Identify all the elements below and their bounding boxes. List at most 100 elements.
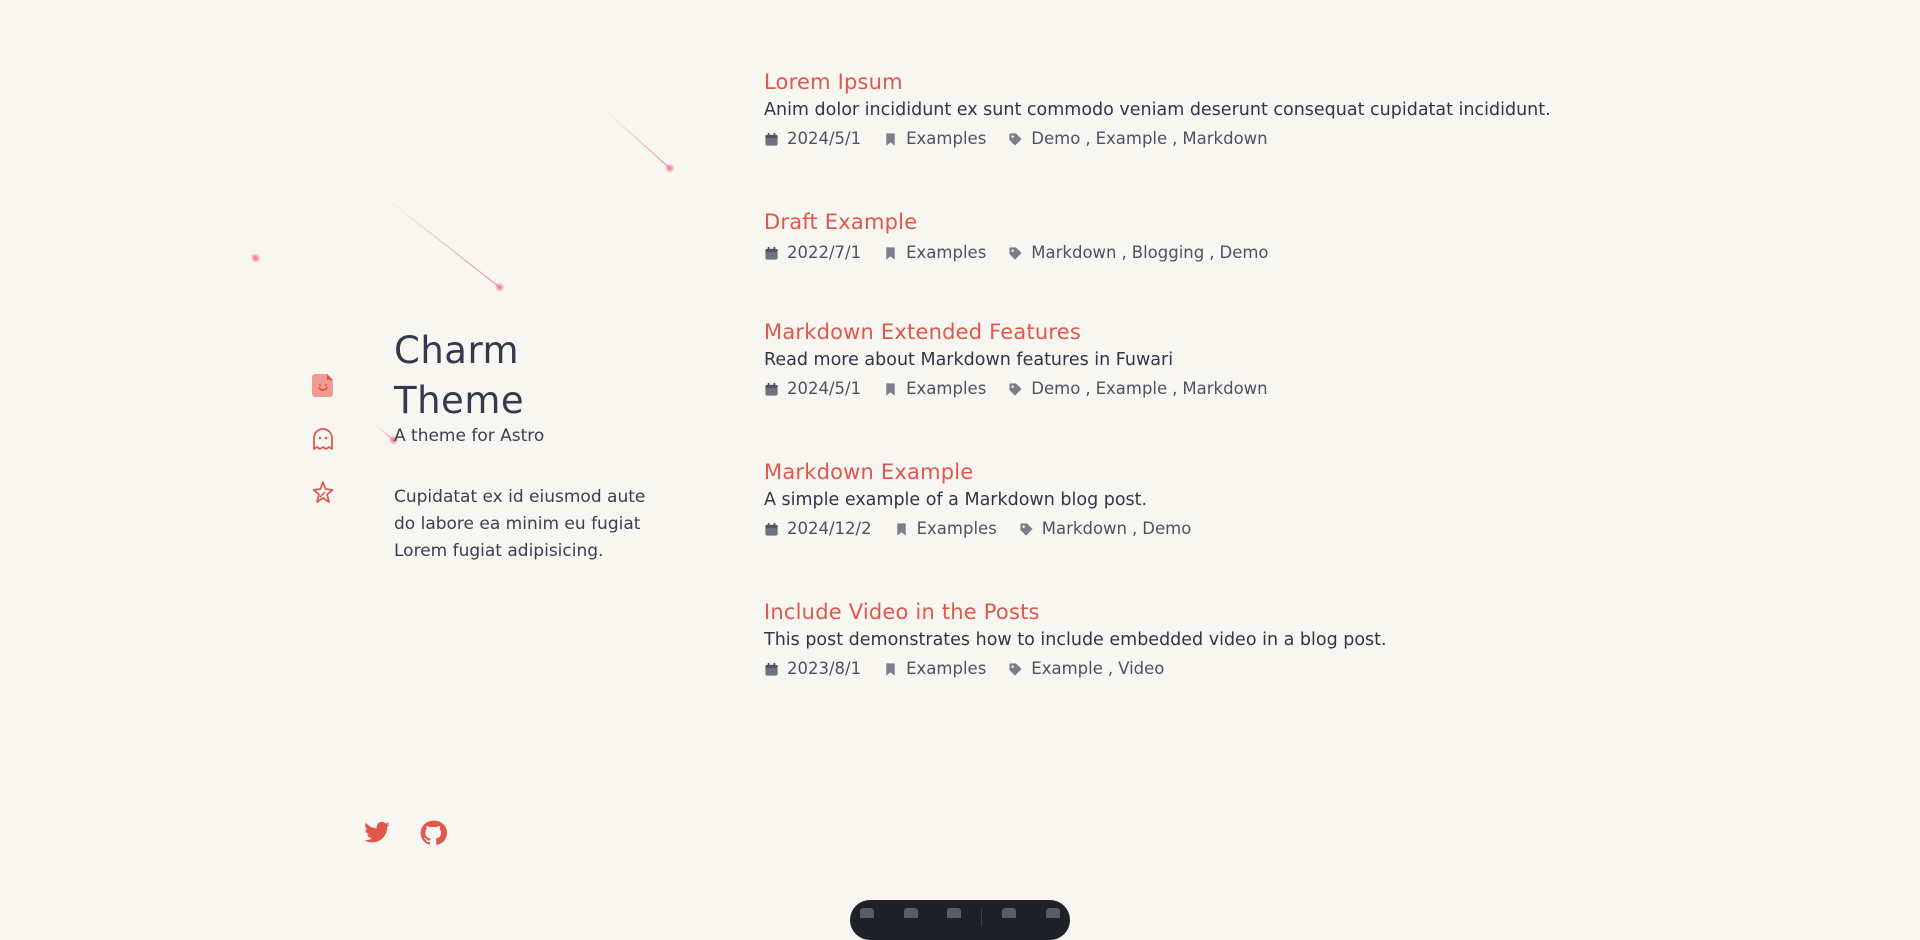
nav-about-button[interactable] [307, 424, 339, 454]
dock-settings-button[interactable] [1036, 908, 1070, 922]
post-title-link[interactable]: Markdown Example [764, 458, 973, 486]
post-date-text: 2023/8/1 [787, 659, 862, 678]
dock-home-button[interactable] [850, 908, 884, 922]
site-description: Cupidatat ex id eiusmod aute do labore e… [394, 487, 646, 561]
tag-link[interactable]: Example [1096, 378, 1168, 400]
tag-link[interactable]: Markdown [1042, 518, 1127, 540]
dock-menu-button[interactable] [938, 908, 972, 922]
post-description: Read more about Markdown features in Fuw… [764, 350, 1174, 370]
site-brand: Charm Theme A theme for Astro Cupidatat … [394, 326, 654, 565]
site-title[interactable]: Charm Theme [394, 326, 654, 426]
bottom-dock [850, 900, 1070, 940]
post-meta: 2024/5/1 Examples Demo, Example, Markdow… [764, 378, 1764, 400]
tag-link[interactable]: Markdown [1182, 378, 1267, 400]
post-category[interactable]: Examples [883, 378, 986, 400]
tag-separator: , [1107, 659, 1114, 678]
github-link[interactable] [418, 818, 448, 848]
post-tags: Markdown, Blogging, Demo [1008, 242, 1269, 264]
post-list: Lorem Ipsum Anim dolor incididunt ex sun… [764, 68, 1764, 680]
tag-link[interactable]: Demo [1142, 518, 1191, 540]
social-links [362, 818, 448, 848]
tag-link[interactable]: Demo [1219, 242, 1268, 264]
tag-separator: , [1085, 129, 1091, 148]
hand-icon [903, 908, 918, 918]
post-card: Lorem Ipsum Anim dolor incididunt ex sun… [764, 68, 1764, 150]
shooting-star-decoration [375, 424, 395, 441]
post-description: This post demonstrates how to include em… [764, 630, 1387, 650]
post-category-text[interactable]: Examples [906, 658, 986, 680]
post-category[interactable]: Examples [894, 518, 997, 540]
post-tags: Demo, Example, Markdown [1008, 128, 1268, 150]
post-category[interactable]: Examples [883, 658, 986, 680]
calendar-icon [765, 382, 778, 396]
post-date: 2024/5/1 [764, 128, 861, 150]
sidebar-nav [307, 370, 339, 508]
post-category-text[interactable]: Examples [906, 242, 986, 264]
bookmark-icon [886, 246, 895, 260]
tag-link[interactable]: Markdown [1182, 128, 1267, 150]
twitter-link[interactable] [362, 818, 392, 848]
dock-hand-button[interactable] [894, 908, 928, 922]
dock-divider [981, 908, 983, 926]
tag-link[interactable]: Markdown [1031, 242, 1116, 264]
tag-separator: , [1172, 379, 1178, 398]
post-date-text: 2022/7/1 [787, 243, 862, 262]
post-meta: 2023/8/1 Examples Example, Video [764, 658, 1764, 680]
post-meta: 2024/5/1 Examples Demo, Example, Markdow… [764, 128, 1764, 150]
post-card: Draft Example 2022/7/1 Examples Markdown… [764, 208, 1764, 264]
post-date: 2024/5/1 [764, 378, 861, 400]
post-tags: Example, Video [1008, 658, 1164, 680]
ghost-icon [313, 428, 333, 450]
post-title-link[interactable]: Draft Example [764, 208, 917, 236]
bookmark-icon [886, 662, 895, 676]
post-description: Anim dolor incididunt ex sunt commodo ve… [764, 100, 1551, 120]
tag-link[interactable]: Blogging [1132, 242, 1204, 264]
post-title-link[interactable]: Include Video in the Posts [764, 598, 1040, 626]
dock-post-button[interactable] [992, 908, 1026, 922]
sparkle-icon [312, 481, 334, 503]
post-date: 2023/8/1 [764, 658, 861, 680]
shooting-star-decoration [249, 252, 257, 259]
post-category[interactable]: Examples [883, 242, 986, 264]
post-tags: Markdown, Demo [1019, 518, 1191, 540]
post-date-text: 2024/5/1 [787, 379, 862, 398]
tag-link[interactable]: Demo [1031, 128, 1080, 150]
post-description: A simple example of a Markdown blog post… [764, 490, 1148, 510]
tag-link[interactable]: Example [1096, 128, 1168, 150]
home-icon [859, 908, 874, 918]
tag-separator: , [1121, 243, 1127, 262]
github-icon [420, 820, 447, 845]
post-icon [312, 374, 333, 397]
post-card: Markdown Example A simple example of a M… [764, 458, 1764, 540]
post-title-link[interactable]: Lorem Ipsum [764, 68, 903, 96]
calendar-icon [765, 132, 778, 146]
shooting-star-decoration [381, 194, 501, 288]
post-tags: Demo, Example, Markdown [1008, 378, 1268, 400]
nav-posts-button[interactable] [307, 370, 339, 400]
tag-separator: , [1209, 243, 1215, 262]
bookmark-icon [896, 522, 906, 536]
calendar-icon [765, 246, 778, 260]
post-category-text[interactable]: Examples [906, 378, 986, 400]
menu-icon [947, 908, 962, 918]
tag-icon [1009, 132, 1022, 146]
tag-separator: , [1172, 129, 1178, 148]
shooting-star-decoration [606, 111, 671, 169]
tag-separator: , [1132, 519, 1138, 538]
post-category-text[interactable]: Examples [917, 518, 997, 540]
post-date: 2022/7/1 [764, 242, 861, 264]
post-meta: 2022/7/1 Examples Markdown, Blogging, De… [764, 242, 1764, 264]
tag-link[interactable]: Demo [1031, 378, 1080, 400]
tag-icon [1020, 522, 1033, 536]
post-category[interactable]: Examples [883, 128, 986, 150]
settings-icon [1046, 908, 1061, 918]
post-date-text: 2024/12/2 [787, 519, 872, 538]
nav-projects-button[interactable] [307, 478, 339, 508]
tag-link[interactable]: Example [1031, 658, 1103, 680]
site-subtitle: A theme for Astro [394, 426, 545, 446]
post-category-text[interactable]: Examples [906, 128, 986, 150]
tag-link[interactable]: Video [1118, 658, 1164, 680]
post-title-link[interactable]: Markdown Extended Features [764, 318, 1081, 346]
tag-icon [1009, 662, 1022, 676]
post-meta: 2024/12/2 Examples Markdown, Demo [764, 518, 1764, 540]
